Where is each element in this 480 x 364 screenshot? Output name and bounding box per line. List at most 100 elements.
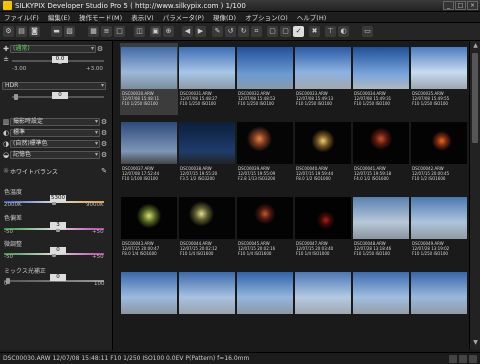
thumbnail-image[interactable]	[411, 272, 467, 314]
layers-icon[interactable]: ▧	[64, 26, 75, 37]
thumbnail-scrollbar[interactable]: ▲ ▼	[469, 41, 480, 350]
thumbnail-item[interactable]: DSC00035.ARW 12/07/08 15:49:55 F10 1/250…	[410, 43, 468, 115]
view-list-icon[interactable]: ≡	[101, 26, 112, 37]
thumbnail-image[interactable]	[353, 47, 409, 89]
thumbnail-item[interactable]: DSC00047.ARW 12/07/15 20:03:40 F10 1/4 I…	[294, 193, 352, 265]
rotate-left-icon[interactable]: ↺	[225, 26, 236, 37]
thumbnail-item[interactable]	[294, 268, 352, 340]
scroll-up-icon[interactable]: ▲	[471, 42, 480, 51]
crop-icon[interactable]: ⌗	[251, 26, 262, 37]
style-select-3[interactable]: (自然)標準色	[10, 140, 100, 148]
preset-select[interactable]: (通常)	[10, 45, 96, 53]
thumbnail-image[interactable]	[237, 47, 293, 89]
gear-icon[interactable]: ⚙	[100, 118, 108, 126]
display-icon[interactable]: ▭	[362, 26, 373, 37]
gear-icon[interactable]: ⚙	[100, 140, 108, 148]
thumbnail-item[interactable]: DSC00038.ARW 12/07/15 19:55:20 F3.5 1/2 …	[178, 118, 236, 190]
minimize-button[interactable]: _	[443, 1, 454, 10]
exposure-value[interactable]: 0.0	[52, 56, 68, 63]
style-select-1[interactable]: 撮影時設定	[10, 118, 100, 126]
tint-value[interactable]: 3	[50, 222, 66, 229]
thumbnail-item[interactable]	[352, 268, 410, 340]
thumbnail-item[interactable]	[120, 268, 178, 340]
hdr-knob[interactable]	[14, 94, 18, 100]
fine-value[interactable]: 0	[50, 247, 66, 254]
mix-value[interactable]: 0	[50, 274, 66, 281]
status-button-2[interactable]	[459, 355, 467, 363]
close-button[interactable]: ×	[467, 1, 478, 10]
thumbnail-image[interactable]	[295, 47, 351, 89]
menu-options[interactable]: オプション(O)	[245, 12, 288, 22]
scroll-down-icon[interactable]: ▼	[471, 339, 480, 348]
thumbnail-item[interactable]: DSC00033.ARW 12/07/08 15:49:13 F10 1/250…	[294, 43, 352, 115]
thumbnail-item[interactable]: DSC00049.ARW 12/07/28 13:19:02 F10 1/250…	[410, 193, 468, 265]
forward-icon[interactable]: ▶	[195, 26, 206, 37]
thumbnail-item[interactable]: DSC00031.ARW 12/07/08 15:48:27 F10 1/250…	[178, 43, 236, 115]
open-folder-icon[interactable]: ▬	[51, 26, 62, 37]
thumbnail-image[interactable]	[295, 272, 351, 314]
develop-icon[interactable]: ◐	[338, 26, 349, 37]
wrench-icon[interactable]: ⚙	[3, 26, 14, 37]
trash-icon[interactable]: ✖	[309, 26, 320, 37]
menu-view[interactable]: 表示(V)	[131, 12, 154, 22]
style-select-4[interactable]: 記憶色	[10, 151, 100, 159]
thumbnail-image[interactable]	[295, 122, 351, 164]
square-alt-icon[interactable]: ▢	[280, 26, 291, 37]
thumbnail-item[interactable]: DSC00043.ARW 12/07/15 20:00:47 F8.0 1/4 …	[120, 193, 178, 265]
thumbnail-image[interactable]	[411, 47, 467, 89]
thumbnail-image[interactable]	[121, 272, 177, 314]
status-button-3[interactable]	[469, 355, 477, 363]
view-single-icon[interactable]: □	[114, 26, 125, 37]
thumbnail-image[interactable]	[237, 272, 293, 314]
thumbnail-item[interactable]	[178, 268, 236, 340]
thumbnail-item[interactable]: DSC00030.ARW 12/07/08 15:48:11 F10 1/250…	[120, 43, 178, 115]
rotate-right-icon[interactable]: ↻	[238, 26, 249, 37]
menu-help[interactable]: ヘルプ(H)	[297, 12, 326, 22]
thumbnail-item[interactable]: DSC00045.ARW 12/07/15 20:02:16 F10 1/4 I…	[236, 193, 294, 265]
style-select-2[interactable]: 標準	[10, 129, 100, 137]
back-icon[interactable]: ◀	[182, 26, 193, 37]
thumbnail-item[interactable]	[236, 268, 294, 340]
thumbnail-image[interactable]	[411, 122, 467, 164]
thumbnail-image[interactable]	[121, 122, 177, 164]
wb-picker-icon[interactable]: ✎	[100, 167, 108, 175]
check-icon[interactable]: ✓	[293, 26, 304, 37]
hdr-value[interactable]: 0	[52, 92, 68, 99]
menu-edit[interactable]: 編集(E)	[48, 12, 70, 22]
thumbnail-image[interactable]	[295, 197, 351, 239]
gear-icon[interactable]: ⚙	[100, 129, 108, 137]
thumbnail-icon[interactable]: ▣	[150, 26, 161, 37]
settings-gear-icon[interactable]: ⚙	[96, 45, 104, 53]
thumbnail-item[interactable]: DSC00042.ARW 12/07/15 20:00:45 F10 1/2 I…	[410, 118, 468, 190]
zoom-icon[interactable]: ⊕	[163, 26, 174, 37]
thumbnail-image[interactable]	[179, 122, 235, 164]
menu-mode[interactable]: 操作モード(M)	[79, 12, 122, 22]
thumbnail-item[interactable]: DSC00037.ARW 12/07/08 17:52:44 F10 1/100…	[120, 118, 178, 190]
thumbnail-image[interactable]	[179, 197, 235, 239]
compare-icon[interactable]: ◫	[134, 26, 145, 37]
thumbnail-image[interactable]	[353, 122, 409, 164]
gear-icon[interactable]: ⚙	[100, 151, 108, 159]
brush-icon[interactable]: ✎	[212, 26, 223, 37]
maximize-button[interactable]: □	[455, 1, 466, 10]
thumbnail-image[interactable]	[121, 197, 177, 239]
status-button-1[interactable]	[449, 355, 457, 363]
thumbnail-image[interactable]	[411, 197, 467, 239]
thumbnail-image[interactable]	[179, 47, 235, 89]
scrollbar-thumb[interactable]	[472, 53, 478, 143]
thumbnail-image[interactable]	[237, 122, 293, 164]
view-grid-icon[interactable]: ▦	[88, 26, 99, 37]
thumbnail-item[interactable]: DSC00048.ARW 12/07/28 13:18:46 F10 1/250…	[352, 193, 410, 265]
hdr-select[interactable]: HDR	[2, 82, 106, 90]
thumbnail-image[interactable]	[353, 272, 409, 314]
thumbnail-item[interactable]: DSC00041.ARW 12/07/15 19:59:18 F4.0 1/2 …	[352, 118, 410, 190]
thumbnail-item[interactable]	[410, 268, 468, 340]
menu-develop[interactable]: 現像(D)	[213, 12, 236, 22]
thumbnail-item[interactable]: DSC00044.ARW 12/07/15 20:02:12 F10 1/4 I…	[178, 193, 236, 265]
thumbnail-item[interactable]: DSC00039.ARW 12/07/15 19:55:09 F2.8 1/13…	[236, 118, 294, 190]
thumbnail-item[interactable]: DSC00034.ARW 12/07/08 15:49:31 F10 1/250…	[352, 43, 410, 115]
camera-icon[interactable]: ◙	[29, 26, 40, 37]
tag-icon[interactable]: ⊤	[325, 26, 336, 37]
thumbnail-item[interactable]: DSC00040.ARW 12/07/15 19:59:44 F8.0 1/2 …	[294, 118, 352, 190]
menu-file[interactable]: ファイル(F)	[4, 12, 39, 22]
